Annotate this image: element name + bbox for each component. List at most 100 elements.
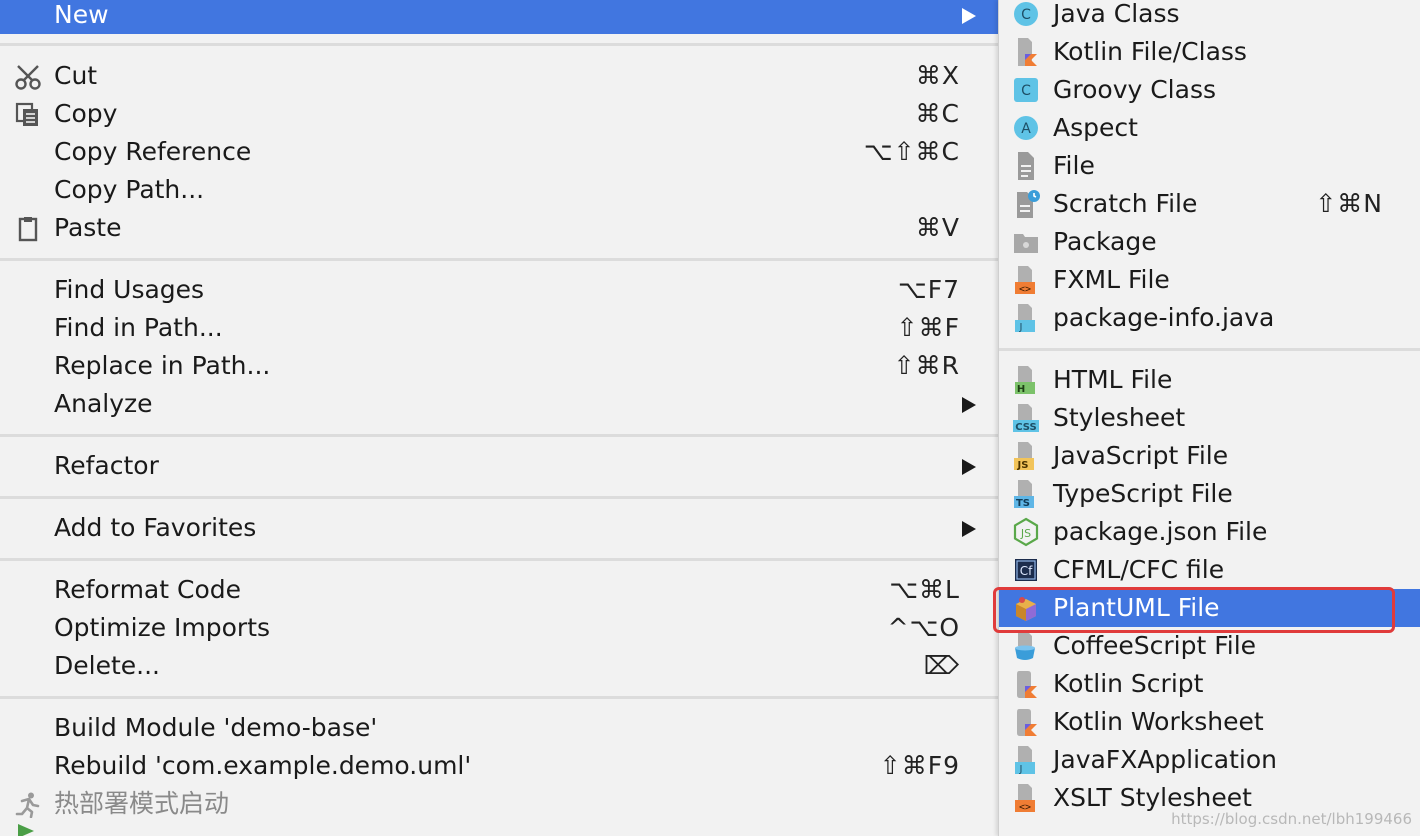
submenu-item-groovy-class[interactable]: C Groovy Class (999, 71, 1420, 109)
submenu-item-package-info[interactable]: J package-info.java (999, 299, 1420, 337)
menu-item-add-to-favorites[interactable]: Add to Favorites (0, 509, 998, 547)
submenu-item-label: Aspect (1053, 113, 1138, 142)
ts-file-icon: TS (1011, 478, 1041, 510)
file-icon (1011, 150, 1041, 182)
menu-item-find-in-path[interactable]: Find in Path... ⇧⌘F (0, 309, 998, 347)
submenu-item-label: Java Class (1053, 0, 1180, 28)
shortcut-label: ⌘V (915, 213, 960, 242)
menu-separator (0, 434, 998, 437)
submenu-item-label: Kotlin File/Class (1053, 37, 1247, 66)
shortcut-label: ^⌥O (887, 613, 960, 642)
menu-item-refactor[interactable]: Refactor (0, 447, 998, 485)
submenu-arrow-icon (962, 8, 976, 24)
menu-item-copy-reference[interactable]: Copy Reference ⌥⇧⌘C (0, 133, 998, 171)
submenu-item-kotlin-worksheet[interactable]: Kotlin Worksheet (999, 703, 1420, 741)
submenu-item-label: Package (1053, 227, 1157, 256)
submenu-item-label: CFML/CFC file (1053, 555, 1225, 584)
submenu-item-label: Kotlin Script (1053, 669, 1204, 698)
menu-item-label: Optimize Imports (54, 613, 271, 642)
menu-separator (0, 43, 998, 46)
fxml-file-icon: <> (1011, 264, 1041, 296)
menu-item-build-module[interactable]: Build Module 'demo-base' (0, 709, 998, 747)
menu-item-delete[interactable]: Delete... ⌦ (0, 647, 998, 685)
submenu-item-kotlin-script[interactable]: Kotlin Script (999, 665, 1420, 703)
submenu-item-plantuml-file[interactable]: PlantUML File (999, 589, 1420, 627)
menu-item-label: Delete... (54, 651, 160, 680)
submenu-item-package-json[interactable]: JS package.json File (999, 513, 1420, 551)
submenu-item-file[interactable]: File (999, 147, 1420, 185)
submenu-item-label: Scratch File (1053, 189, 1198, 218)
submenu-separator (999, 348, 1420, 351)
java-file-icon: J (1011, 744, 1041, 776)
submenu-item-label: JavaScript File (1053, 441, 1229, 470)
svg-text:<>: <> (1019, 802, 1031, 813)
file-badge: H (1017, 384, 1025, 395)
submenu-item-cfml-file[interactable]: Cf CFML/CFC file (999, 551, 1420, 589)
submenu-item-coffeescript-file[interactable]: CoffeeScript File (999, 627, 1420, 665)
submenu-item-aspect[interactable]: A Aspect (999, 109, 1420, 147)
menu-item-label: Build Module 'demo-base' (54, 713, 378, 742)
submenu-item-stylesheet[interactable]: CSS Stylesheet (999, 399, 1420, 437)
submenu-item-label: Stylesheet (1053, 403, 1186, 432)
submenu-arrow-icon (962, 459, 976, 475)
menu-item-new[interactable]: New (0, 0, 998, 34)
menu-item-copy[interactable]: Copy ⌘C (0, 95, 998, 133)
submenu-item-fxml-file[interactable]: <> FXML File (999, 261, 1420, 299)
submenu-item-label: Groovy Class (1053, 75, 1217, 104)
class-c-icon: C (1011, 0, 1041, 30)
menu-item-label: Copy Path... (54, 175, 205, 204)
shortcut-label: ⇧⌘N (1315, 189, 1383, 218)
submenu-item-label: CoffeeScript File (1053, 631, 1257, 660)
menu-item-reformat-code[interactable]: Reformat Code ⌥⌘L (0, 571, 998, 609)
submenu-item-label: Kotlin Worksheet (1053, 707, 1264, 736)
shortcut-label: ⌥F7 (897, 275, 960, 304)
menu-item-paste[interactable]: Paste ⌘V (0, 209, 998, 247)
submenu-item-label: PlantUML File (1053, 593, 1220, 622)
kotlin-worksheet-icon (1011, 706, 1041, 738)
submenu-item-label: HTML File (1053, 365, 1173, 394)
submenu-item-typescript-file[interactable]: TS TypeScript File (999, 475, 1420, 513)
menu-item-copy-path[interactable]: Copy Path... (0, 171, 998, 209)
shortcut-label: ⌘C (915, 99, 960, 128)
aspect-a-icon: A (1011, 112, 1041, 144)
shortcut-label: ⇧⌘R (893, 351, 960, 380)
submenu-item-package[interactable]: Package (999, 223, 1420, 261)
submenu-item-label: File (1053, 151, 1095, 180)
submenu-item-scratch-file[interactable]: Scratch File ⇧⌘N (999, 185, 1420, 223)
coffee-cup-icon (1011, 630, 1041, 662)
submenu-item-java-class[interactable]: C Java Class (999, 0, 1420, 33)
menu-item-rebuild[interactable]: Rebuild 'com.example.demo.uml' ⇧⌘F9 (0, 747, 998, 785)
menu-item-optimize-imports[interactable]: Optimize Imports ^⌥O (0, 609, 998, 647)
html-file-icon: H (1011, 364, 1041, 396)
menu-item-label: New (54, 0, 109, 29)
svg-text:J: J (1019, 322, 1023, 333)
menu-item-replace-in-path[interactable]: Replace in Path... ⇧⌘R (0, 347, 998, 385)
xslt-file-icon: <> (1011, 782, 1041, 814)
submenu-item-javafx-application[interactable]: J JavaFXApplication (999, 741, 1420, 779)
menu-item-label: Analyze (54, 389, 153, 418)
menu-item-analyze[interactable]: Analyze (0, 385, 998, 423)
scratch-file-icon (1011, 188, 1041, 220)
menu-separator (0, 258, 998, 261)
menu-item-find-usages[interactable]: Find Usages ⌥F7 (0, 271, 998, 309)
menu-item-label: Add to Favorites (54, 513, 257, 542)
submenu-item-javascript-file[interactable]: JS JavaScript File (999, 437, 1420, 475)
svg-text:JS: JS (1020, 527, 1031, 540)
watermark: https://blog.csdn.net/lbh199466 (1171, 810, 1412, 828)
menu-separator (0, 696, 998, 699)
submenu-item-label: JavaFXApplication (1053, 745, 1277, 774)
submenu-item-kotlin-file[interactable]: Kotlin File/Class (999, 33, 1420, 71)
kotlin-script-icon (1011, 668, 1041, 700)
file-badge: JS (1017, 460, 1029, 471)
menu-separator (0, 496, 998, 499)
menu-item-cut[interactable]: Cut ⌘X (0, 57, 998, 95)
css-file-icon: CSS (1011, 402, 1041, 434)
scissors-icon (14, 63, 42, 90)
clipboard-icon (14, 215, 42, 242)
submenu-item-label: package-info.java (1053, 303, 1275, 332)
submenu-item-html-file[interactable]: H HTML File (999, 361, 1420, 399)
file-badge: Cf (1020, 564, 1033, 578)
shortcut-label: ⌦ (923, 651, 960, 680)
shortcut-label: ⌥⇧⌘C (863, 137, 960, 166)
partial-menu-row (0, 818, 998, 836)
